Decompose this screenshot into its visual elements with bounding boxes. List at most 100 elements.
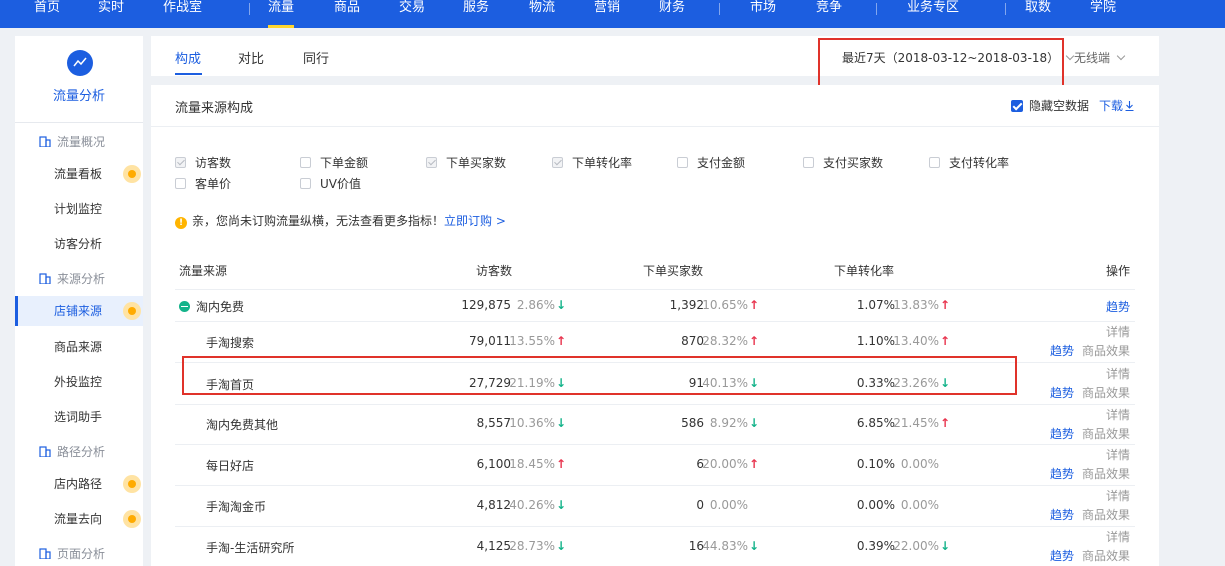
hide-empty-checkbox[interactable]: 隐藏空数据 [1011,97,1089,114]
trend-link[interactable]: 趋势 [1106,298,1130,315]
nav-realtime[interactable]: 实时 [98,0,124,28]
sidebar-item-visitor-analysis[interactable]: 访客分析 [15,229,143,259]
nav-traffic[interactable]: 流量 [268,0,295,28]
sidebar-item-plan-monitor[interactable]: 计划监控 [15,194,143,224]
tab-peers[interactable]: 同行 [303,48,329,67]
visitors-change: 10.36% [509,416,555,430]
visitors-change: 28.73% [509,539,555,553]
collapse-icon[interactable] [179,301,190,312]
arrow-up-icon: ↑ [556,334,567,348]
metric-checkbox-pay-buyers[interactable]: 支付买家数 [803,154,883,171]
tab-compare[interactable]: 对比 [238,48,264,67]
product-effect-link[interactable]: 商品效果 [1082,425,1130,442]
metric-checkbox-order-buyers[interactable]: 下单买家数 [426,154,506,171]
metric-label: 支付转化率 [949,156,1010,170]
sidebar-item-label: 计划监控 [54,202,103,216]
checkbox-icon [300,157,311,168]
metric-checkbox-pay-amount[interactable]: 支付金额 [677,154,745,171]
metric-label: 下单金额 [320,156,369,170]
trend-link[interactable]: 趋势 [1050,425,1074,442]
product-effect-link[interactable]: 商品效果 [1082,465,1130,482]
trend-link[interactable]: 趋势 [1050,342,1074,359]
visitors-value: 129,875 [461,298,511,312]
trend-chart-icon [67,50,93,76]
sidebar: 流量分析 流量概况 流量看板 计划监控 访客分析 来源分析 店铺来源 商品来源 … [15,36,143,566]
nav-market[interactable]: 市场 [750,0,776,28]
sidebar-group-overview: 流量概况 [39,133,105,150]
nav-data-fetch[interactable]: 取数 [1025,0,1051,28]
sidebar-item-shop-path[interactable]: 店内路径 [15,469,143,499]
order-buyers-change: 8.92% [709,416,748,430]
trend-link[interactable]: 趋势 [1050,384,1074,401]
trend-link[interactable]: 趋势 [1050,465,1074,482]
sidebar-group-label: 路径分析 [57,445,106,459]
nav-warroom[interactable]: 作战室 [163,0,202,28]
sidebar-item-traffic-exit[interactable]: 流量去向 [15,504,143,534]
nav-product[interactable]: 商品 [334,0,360,28]
nav-business-zone[interactable]: 业务专区 [907,0,959,28]
nav-compete[interactable]: 竞争 [816,0,842,28]
order-conversion-change: 13.40% [893,334,939,348]
table-cell-source[interactable]: 淘内免费 [179,298,244,315]
nav-academy[interactable]: 学院 [1090,0,1116,28]
visitors-value: 8,557 [476,416,511,430]
product-effect-link[interactable]: 商品效果 [1082,506,1130,523]
sidebar-item-keyword-helper[interactable]: 选词助手 [15,402,143,432]
details-link[interactable]: 详情 [1106,323,1130,340]
notice-text: 亲，您尚未订购流量纵横，无法查看更多指标！ [192,214,445,228]
sidebar-item-external-monitor[interactable]: 外投监控 [15,367,143,397]
metric-checkbox-uv-value[interactable]: UV价值 [300,175,361,192]
metric-label: 下单转化率 [572,156,633,170]
product-effect-link[interactable]: 商品效果 [1082,547,1130,564]
table-row-divider [175,526,1135,527]
trend-link[interactable]: 趋势 [1050,506,1074,523]
checkbox-icon [175,157,186,168]
details-link[interactable]: 详情 [1106,365,1130,382]
arrow-down-icon: ↓ [749,416,760,430]
nav-trade[interactable]: 交易 [399,0,425,28]
arrow-down-icon: ↓ [556,298,567,312]
active-tab-indicator [175,73,202,75]
product-effect-link[interactable]: 商品效果 [1082,342,1130,359]
column-header-visitors[interactable]: 访客数 [476,262,512,279]
column-header-order-buyers[interactable]: 下单买家数 [643,262,703,279]
nav-marketing[interactable]: 营销 [594,0,620,28]
details-link[interactable]: 详情 [1106,446,1130,463]
arrow-down-icon: ↓ [556,416,567,430]
device-select[interactable]: 无线端 [1074,49,1126,66]
metric-checkbox-order-amount[interactable]: 下单金额 [300,154,368,171]
nav-logistics[interactable]: 物流 [529,0,555,28]
column-header-order-conversion[interactable]: 下单转化率 [834,262,894,279]
details-link[interactable]: 详情 [1106,406,1130,423]
trend-link[interactable]: 趋势 [1050,547,1074,564]
table-cell-source: 淘内免费其他 [206,416,278,433]
sidebar-item-label: 商品来源 [54,340,103,354]
visitors-value: 6,100 [476,457,511,471]
table-row-divider [175,485,1135,486]
nav-finance[interactable]: 财务 [659,0,685,28]
product-effect-link[interactable]: 商品效果 [1082,384,1130,401]
nav-home[interactable]: 首页 [34,0,60,28]
order-buyers-change: 44.83% [702,539,748,553]
details-link[interactable]: 详情 [1106,528,1130,545]
metric-checkbox-order-conversion[interactable]: 下单转化率 [552,154,632,171]
sidebar-item-shop-source[interactable]: 店铺来源 [15,296,143,326]
metric-checkbox-pay-conversion[interactable]: 支付转化率 [929,154,1009,171]
metric-checkbox-visitors[interactable]: 访客数 [175,154,231,171]
metric-checkbox-avg-order-value[interactable]: 客单价 [175,175,231,192]
building-icon [39,446,51,458]
sidebar-group-label: 页面分析 [57,547,106,561]
sidebar-group-source: 来源分析 [39,270,105,287]
sidebar-item-traffic-board[interactable]: 流量看板 [15,159,143,189]
building-icon [39,273,51,285]
nav-service[interactable]: 服务 [463,0,489,28]
download-link[interactable]: 下载 [1099,97,1134,114]
details-link[interactable]: 详情 [1106,487,1130,504]
device-label: 无线端 [1074,51,1111,65]
checkbox-icon [426,157,437,168]
subscribe-link[interactable]: 立即订购 > [444,214,506,228]
sidebar-item-label: 外投监控 [54,375,103,389]
sidebar-item-product-source[interactable]: 商品来源 [15,332,143,362]
highlight-box-date [818,38,1064,87]
tab-composition[interactable]: 构成 [175,48,201,67]
